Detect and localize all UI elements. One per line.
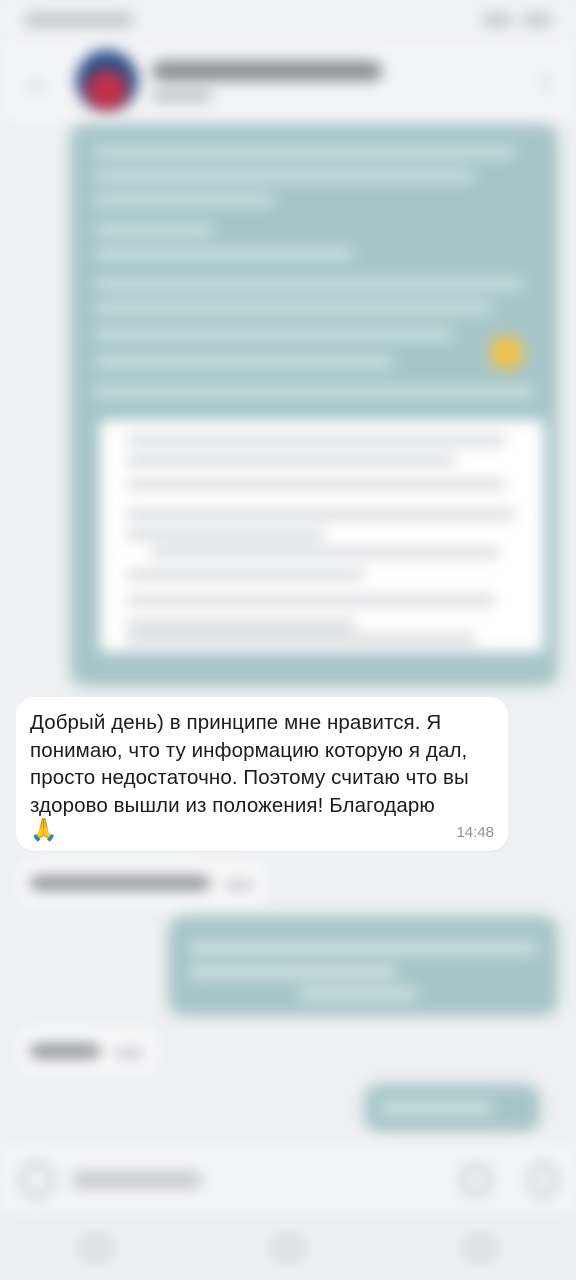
- status-bar: [0, 0, 576, 40]
- message-composer: [0, 1144, 576, 1216]
- signal-icon: [482, 13, 512, 27]
- microphone-icon[interactable]: [530, 1163, 556, 1197]
- system-nav-bar: [0, 1216, 576, 1280]
- incoming-message-short[interactable]: [18, 860, 266, 906]
- message-input[interactable]: [72, 1172, 202, 1188]
- praying-hands-emoji: 🙏: [30, 818, 58, 843]
- message-text: Добрый день) в принципе мне нравится. Я …: [30, 711, 475, 817]
- incoming-message-short-2[interactable]: [18, 1028, 158, 1074]
- outgoing-message[interactable]: [168, 916, 558, 1016]
- incoming-message[interactable]: Добрый день) в принципе мне нравится. Я …: [16, 697, 508, 851]
- shared-document-preview: [100, 420, 544, 652]
- back-arrow-icon[interactable]: ←: [22, 66, 52, 96]
- recent-apps-icon[interactable]: [83, 1237, 109, 1259]
- attach-icon[interactable]: [20, 1163, 54, 1197]
- status-icons: [482, 13, 552, 27]
- outgoing-image-message[interactable]: [70, 124, 558, 686]
- contact-name: [152, 61, 382, 81]
- contact-info[interactable]: [152, 61, 382, 101]
- home-icon[interactable]: [275, 1237, 301, 1259]
- sticker-icon[interactable]: [462, 1166, 490, 1194]
- back-nav-icon[interactable]: [467, 1237, 493, 1259]
- message-footer: 🙏 14:48: [30, 819, 494, 843]
- chat-header: ← ⋮: [0, 40, 576, 122]
- status-time: [24, 12, 134, 28]
- message-time: 14:48: [456, 824, 494, 841]
- more-vertical-icon[interactable]: ⋮: [534, 68, 558, 96]
- contact-status: [152, 91, 212, 101]
- battery-icon: [522, 13, 552, 27]
- avatar[interactable]: [76, 50, 138, 112]
- outgoing-message-short[interactable]: [364, 1084, 540, 1132]
